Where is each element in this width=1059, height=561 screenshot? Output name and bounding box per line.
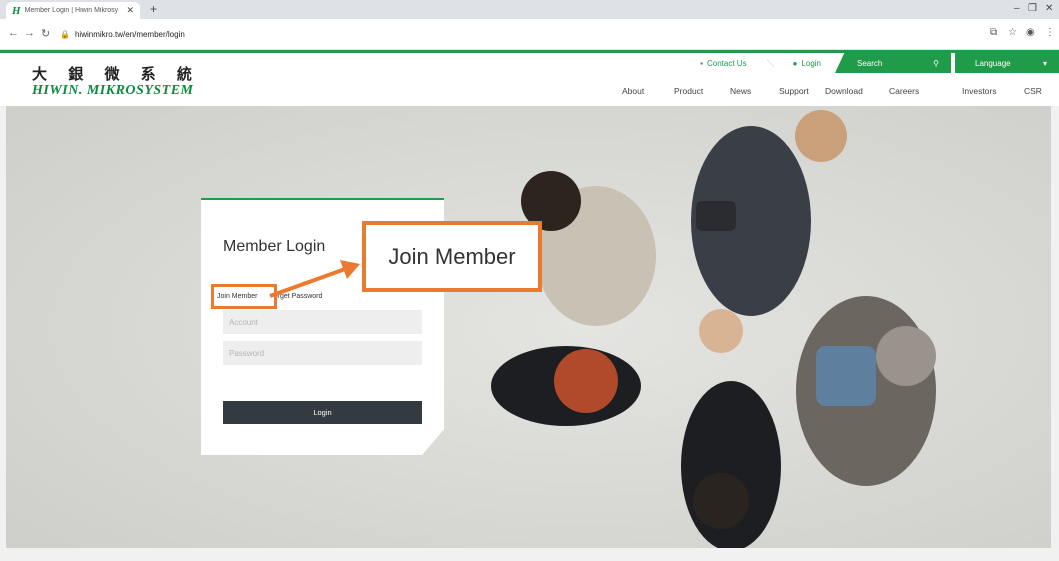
browser-tabstrip: H Member Login | Hiwin Mikrosy ✕ + – ❐ ✕ — [0, 0, 1059, 19]
nav-csr[interactable]: CSR — [1024, 86, 1042, 96]
account-input[interactable] — [223, 310, 422, 334]
teamwork-photo — [6, 106, 1051, 548]
contact-us-label: Contact Us — [707, 58, 747, 68]
nav-careers[interactable]: Careers — [889, 86, 919, 96]
close-window-icon[interactable]: ✕ — [1045, 3, 1053, 14]
browser-tab[interactable]: H Member Login | Hiwin Mikrosy ✕ — [6, 2, 140, 19]
screen: H Member Login | Hiwin Mikrosy ✕ + – ❐ ✕… — [0, 0, 1059, 561]
nav-news[interactable]: News — [730, 86, 751, 96]
search-button[interactable]: Search ⚲ — [835, 53, 951, 73]
logo-english[interactable]: HIWIN. MIKROSYSTEM — [32, 83, 194, 99]
profile-icon[interactable]: ◉ — [1026, 27, 1035, 38]
forget-password-link[interactable]: Forget Password — [269, 293, 322, 300]
lock-icon: 🔒 — [60, 29, 70, 39]
join-member-callout: Join Member — [362, 221, 542, 292]
chevron-down-icon: ▾ — [1042, 58, 1047, 68]
briefcase-icon: ▪ — [700, 58, 703, 68]
new-tab-icon[interactable]: + — [150, 2, 157, 16]
url-text: hiwinmikro.tw/en/member/login — [74, 29, 185, 39]
bookmark-star-icon[interactable]: ☆ — [1008, 27, 1017, 38]
close-tab-icon[interactable]: ✕ — [126, 5, 134, 16]
logo-chinese[interactable]: 大 銀 微 系 統 — [32, 63, 200, 84]
tab-title: Member Login | Hiwin Mikrosy — [24, 7, 119, 14]
site-header: 大 銀 微 系 統 HIWIN. MIKROSYSTEM ▪ Contact U… — [0, 50, 1059, 106]
divider-slash: ＼ — [766, 58, 775, 68]
hiwin-favicon-icon: H — [12, 4, 21, 17]
menu-icon[interactable]: ⋮ — [1045, 27, 1055, 38]
address-bar[interactable]: 🔒 hiwinmikro.tw/en/member/login — [60, 24, 960, 44]
login-button[interactable]: Login — [223, 401, 422, 424]
nav-support[interactable]: Support — [779, 86, 809, 96]
forward-icon[interactable]: → — [24, 27, 35, 39]
utility-bar: ▪ Contact Us ＼ ● Login Search ⚲ Language… — [700, 53, 1059, 73]
user-icon: ● — [792, 58, 798, 68]
browser-toolbar: ← → ↻ 🔒 hiwinmikro.tw/en/member/login ⧉ … — [0, 19, 1059, 50]
language-dropdown[interactable]: Language ▾ — [955, 53, 1059, 73]
back-icon[interactable]: ← — [8, 27, 19, 39]
login-link-label: Login — [801, 58, 821, 68]
nav-download[interactable]: Download — [825, 86, 863, 96]
language-label: Language — [975, 58, 1011, 68]
nav-investors[interactable]: Investors — [962, 86, 997, 96]
translate-icon[interactable]: ⧉ — [990, 27, 997, 38]
nav-about[interactable]: About — [622, 86, 644, 96]
nav-product[interactable]: Product — [674, 86, 703, 96]
login-link[interactable]: ● Login — [793, 59, 821, 68]
hero-image — [6, 106, 1051, 548]
login-title: Member Login — [223, 238, 326, 255]
join-member-highlight[interactable]: Join Member — [211, 284, 277, 309]
search-label: Search — [857, 58, 883, 68]
contact-us-link[interactable]: ▪ Contact Us — [700, 59, 746, 68]
restore-icon[interactable]: ❐ — [1028, 3, 1037, 14]
minimize-icon[interactable]: – — [1014, 3, 1020, 14]
reload-icon[interactable]: ↻ — [41, 27, 50, 40]
search-icon: ⚲ — [933, 58, 939, 68]
password-input[interactable] — [223, 341, 422, 365]
